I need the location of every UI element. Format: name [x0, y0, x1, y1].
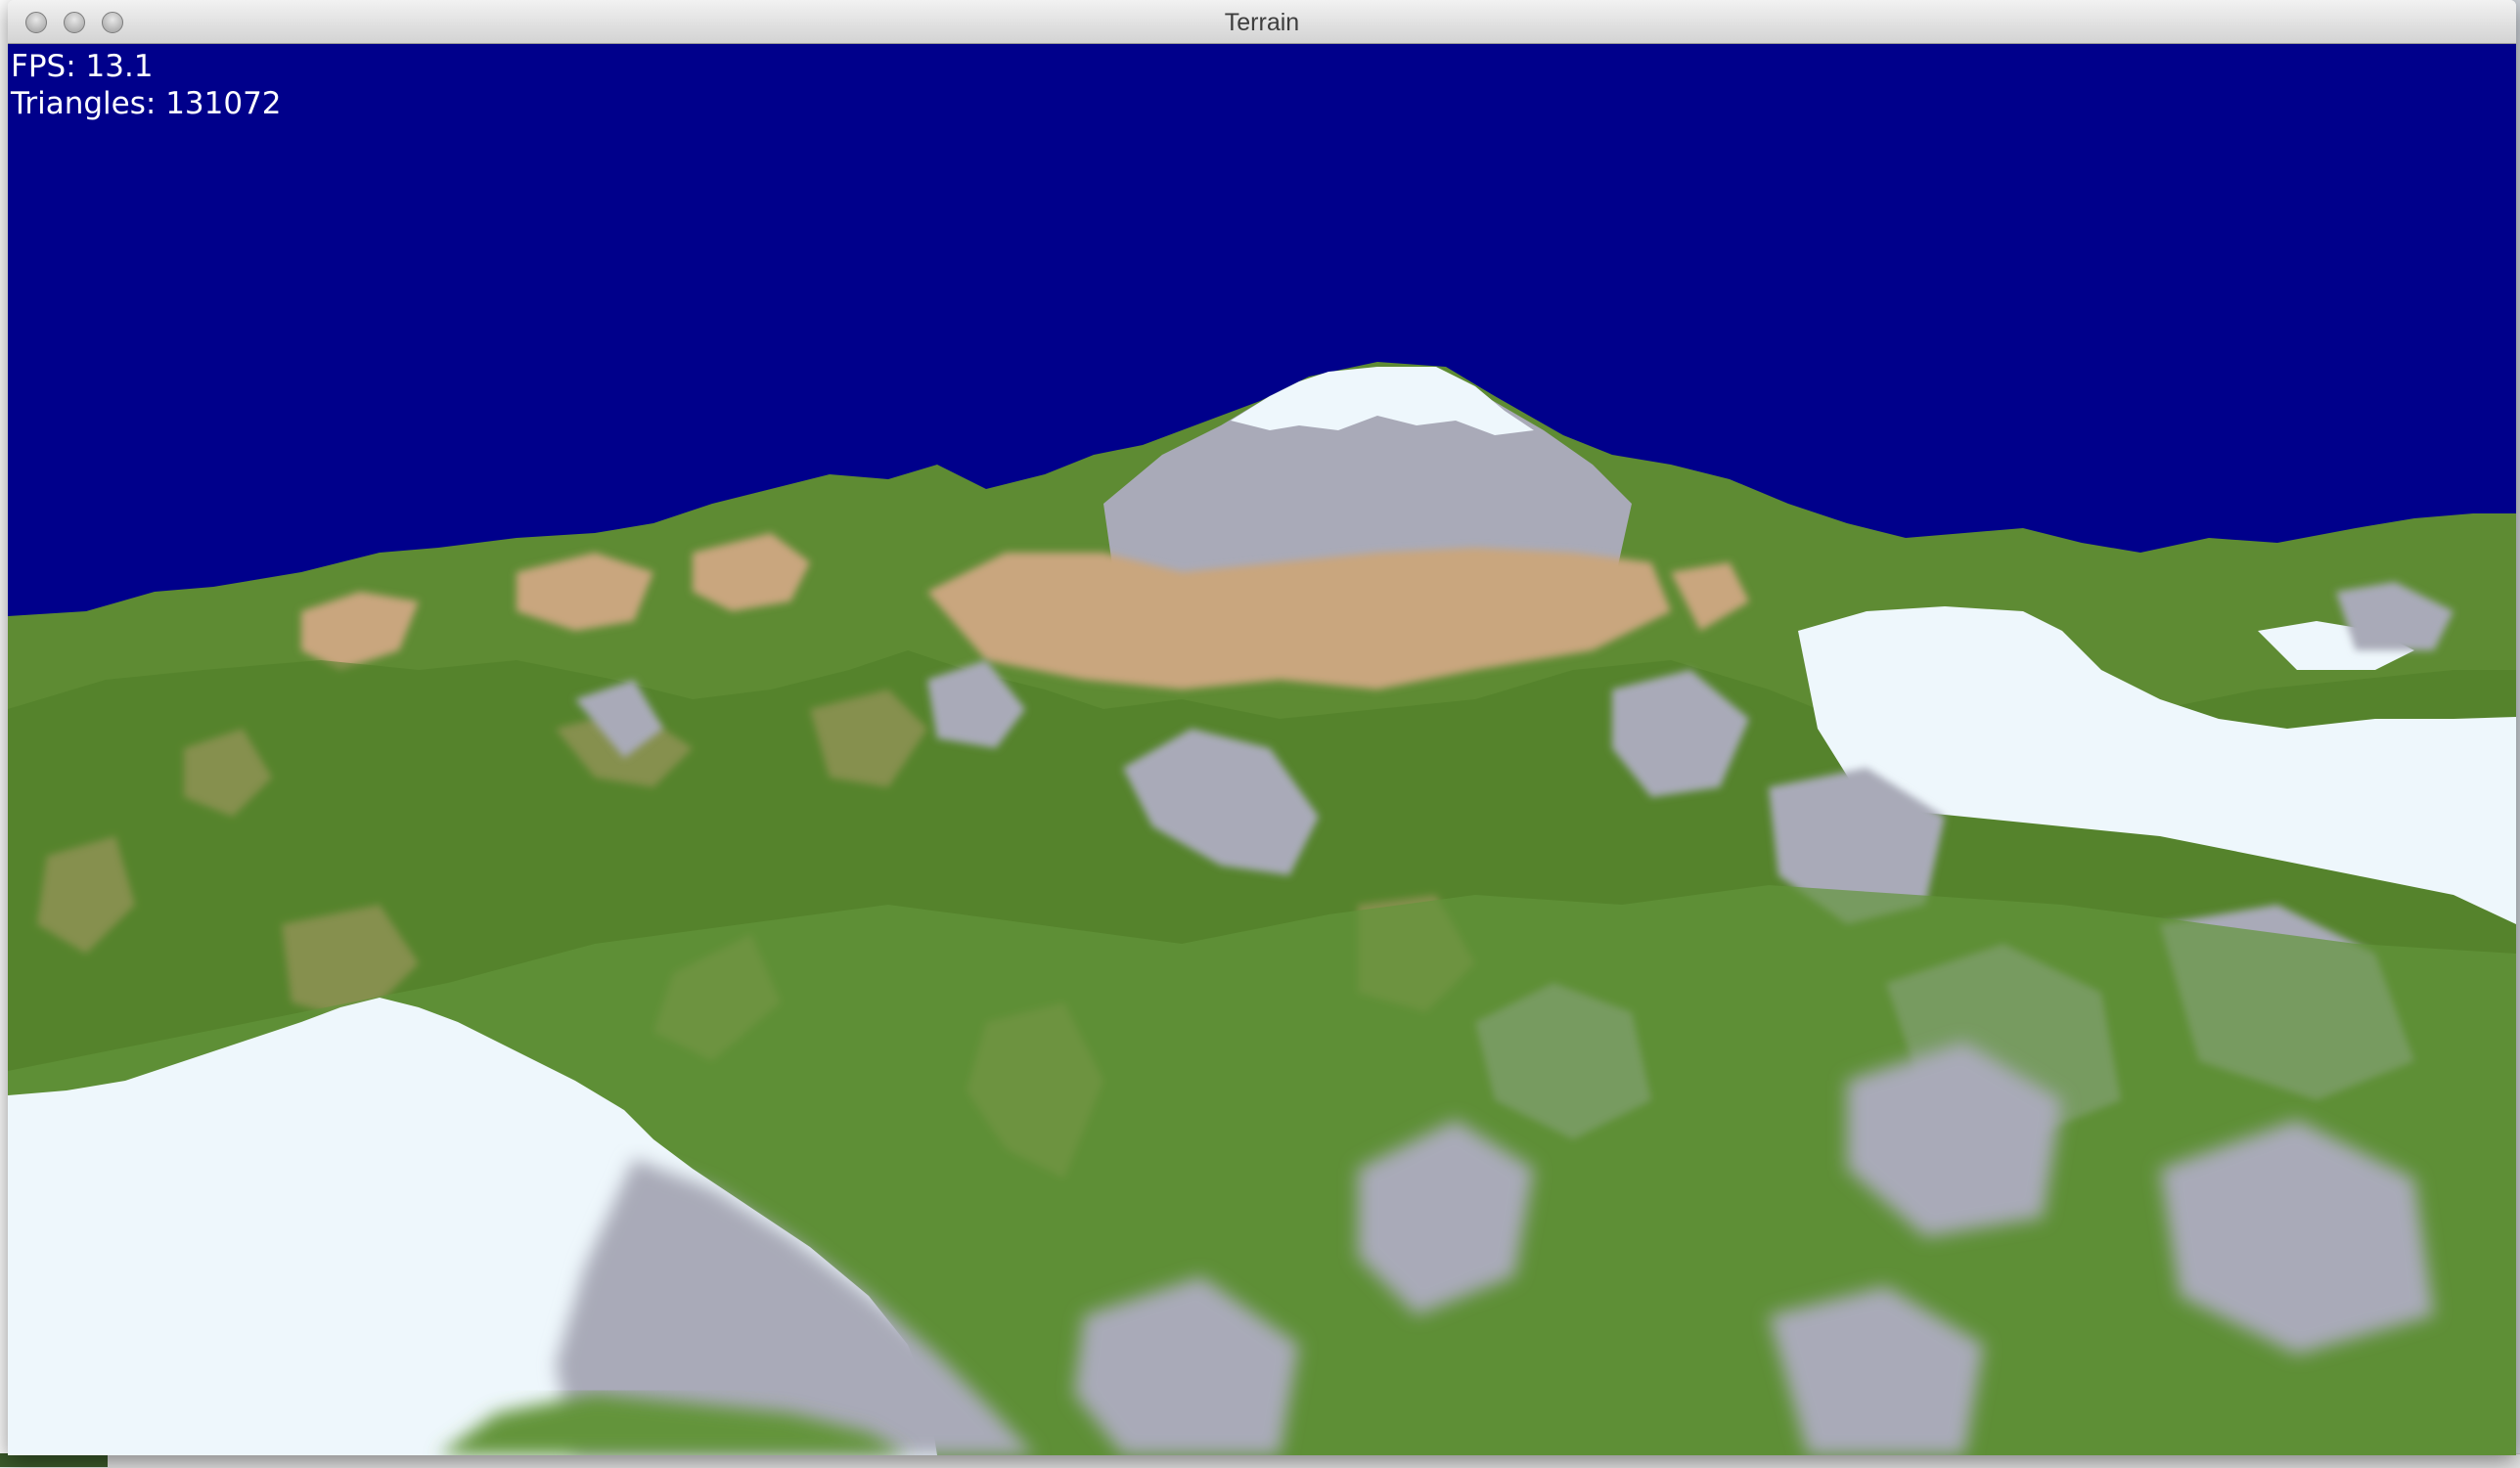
background-window-thumbnail — [0, 1453, 108, 1467]
hud-overlay: FPS: 13.1 Triangles: 131072 — [11, 48, 282, 122]
desktop: Terrain FPS: 13.1 Triangles: 131072 — [0, 0, 2520, 1468]
triangle-count-readout: Triangles: 131072 — [11, 86, 282, 121]
fps-readout: FPS: 13.1 — [11, 49, 154, 84]
title-bar[interactable]: Terrain — [8, 0, 2516, 44]
terrain-render — [8, 44, 2516, 1455]
terrain-viewport[interactable]: FPS: 13.1 Triangles: 131072 — [8, 44, 2516, 1455]
window-title: Terrain — [1224, 9, 1300, 36]
terrain-window: Terrain FPS: 13.1 Triangles: 131072 — [8, 0, 2516, 1455]
background-window-bottom — [0, 1453, 2520, 1468]
